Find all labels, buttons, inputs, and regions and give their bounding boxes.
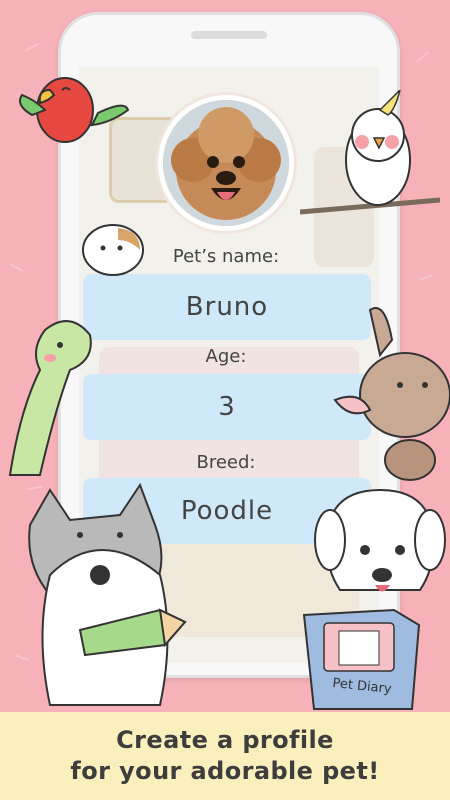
parrot-icon xyxy=(19,77,130,143)
bone-icon: ⚊ xyxy=(5,247,33,277)
dinosaur-icon xyxy=(8,320,92,476)
caption-line-2: for your adorable pet! xyxy=(70,757,380,785)
rabbit-icon xyxy=(333,307,450,481)
phone-speaker xyxy=(191,31,267,39)
bone-icon: ⚊ xyxy=(411,257,437,287)
caption-line-1: Create a profile xyxy=(116,726,334,754)
age-field[interactable]: 3 xyxy=(83,374,371,440)
bone-icon: ⚊ xyxy=(404,37,434,67)
promo-caption: Create a profile for your adorable pet! xyxy=(0,712,450,800)
bone-icon: ⚊ xyxy=(15,27,43,57)
pet-diary-book-icon: Pet Diary xyxy=(294,605,426,713)
pencil-icon xyxy=(78,608,187,657)
pet-avatar-photo[interactable] xyxy=(158,95,294,231)
pet-name-field[interactable]: Bruno xyxy=(83,274,371,340)
hamster-icon xyxy=(82,224,144,276)
cat-icon xyxy=(28,482,169,706)
cockatiel-icon xyxy=(300,90,440,215)
age-label: Age: xyxy=(205,346,247,367)
